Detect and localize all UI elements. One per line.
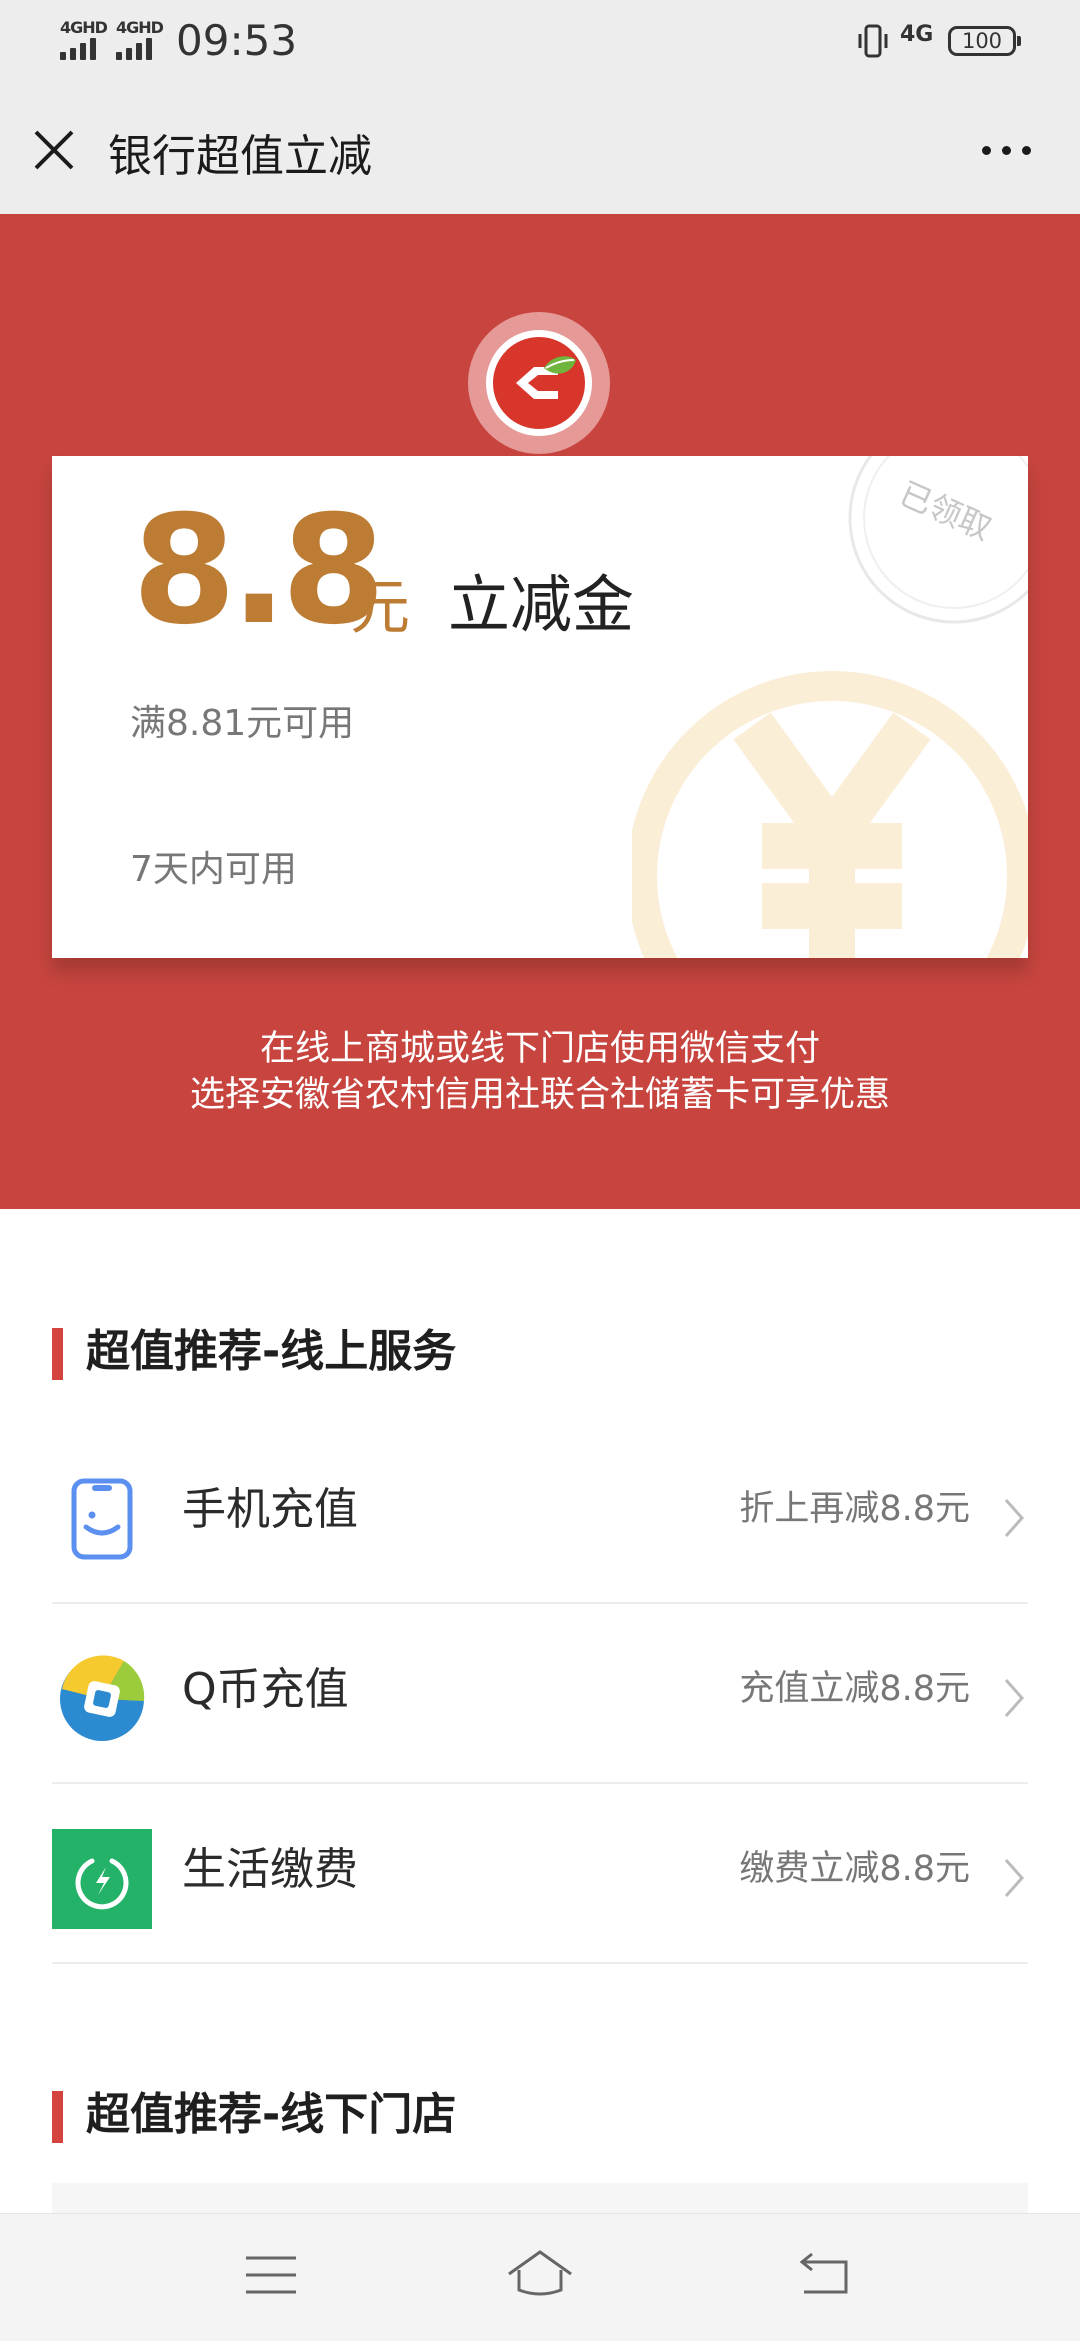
item-name: 手机充值 xyxy=(182,1484,358,1535)
desc-line-2: 选择安徽省农村信用社联合社储蓄卡可享优惠 xyxy=(189,1075,890,1115)
list-item-phone-recharge[interactable]: 手机充值 折上再减8.8元 xyxy=(52,1424,1028,1604)
item-name: 生活缴费 xyxy=(182,1844,358,1895)
chevron-right-icon xyxy=(1004,1679,1025,1717)
vibrate-icon xyxy=(858,24,888,58)
list-item-utility[interactable]: 生活缴费 缴费立减8.8元 xyxy=(52,1784,1028,1964)
sim1-label: 4GHD xyxy=(60,18,108,37)
coupon-banner: 已领取 8.8 元 立减金 满8.81元可用 7天内可用 在线上商城或线下门店使… xyxy=(0,214,1080,1209)
coupon-amount: 8.8 xyxy=(132,484,386,658)
list-item-qcoin[interactable]: Q币充值 充值立减8.8元 xyxy=(52,1604,1028,1784)
banner-description: 在线上商城或线下门店使用微信支付 选择安徽省农村信用社联合社储蓄卡可享优惠 xyxy=(0,1026,1080,1118)
more-dots-icon[interactable] xyxy=(974,124,1040,174)
yuan-watermark-icon xyxy=(632,671,1028,958)
title-bar: 银行超值立减 xyxy=(0,84,1080,214)
item-promo: 缴费立减8.8元 xyxy=(739,1849,970,1889)
coupon-validity: 7天内可用 xyxy=(130,849,297,890)
coupon-condition: 满8.81元可用 xyxy=(130,703,355,744)
utility-bill-icon xyxy=(52,1829,152,1929)
item-promo: 折上再减8.8元 xyxy=(739,1489,970,1529)
battery-icon: 100 xyxy=(948,26,1021,56)
bank-logo-icon xyxy=(468,312,610,454)
phone-recharge-icon xyxy=(71,1478,133,1560)
chevron-right-icon xyxy=(1004,1499,1025,1537)
status-bar: 4GHD 4GHD 09:53 4G 100 xyxy=(0,0,1080,84)
network-label: 4G xyxy=(900,22,934,47)
clock: 09:53 xyxy=(176,16,298,65)
coupon-title: 立减金 xyxy=(448,568,635,641)
page-title: 银行超值立减 xyxy=(108,131,372,182)
item-name: Q币充值 xyxy=(182,1664,349,1715)
offline-section-title: 超值推荐-线下门店 xyxy=(52,2085,752,2143)
sim2-label: 4GHD xyxy=(116,18,164,37)
coupon-card: 已领取 8.8 元 立减金 满8.81元可用 7天内可用 xyxy=(52,456,1028,958)
home-icon[interactable] xyxy=(505,2244,575,2306)
item-promo: 充值立减8.8元 xyxy=(739,1669,970,1709)
system-nav-bar xyxy=(0,2213,1080,2341)
close-icon[interactable] xyxy=(26,122,82,178)
menu-icon[interactable] xyxy=(236,2244,306,2306)
claimed-stamp: 已领取 xyxy=(848,456,1028,624)
desc-line-1: 在线上商城或线下门店使用微信支付 xyxy=(259,1029,820,1069)
chevron-right-icon xyxy=(1004,1859,1025,1897)
stamp-text: 已领取 xyxy=(894,474,997,548)
battery-level: 100 xyxy=(961,29,1003,53)
online-section-label: 超值推荐-线上服务 xyxy=(86,1326,457,1377)
offline-section-label: 超值推荐-线下门店 xyxy=(86,2089,457,2140)
coupon-unit: 元 xyxy=(350,573,410,643)
online-section-title: 超值推荐-线上服务 xyxy=(52,1322,752,1380)
back-icon[interactable] xyxy=(790,2244,860,2306)
qcoin-icon xyxy=(60,1655,145,1741)
